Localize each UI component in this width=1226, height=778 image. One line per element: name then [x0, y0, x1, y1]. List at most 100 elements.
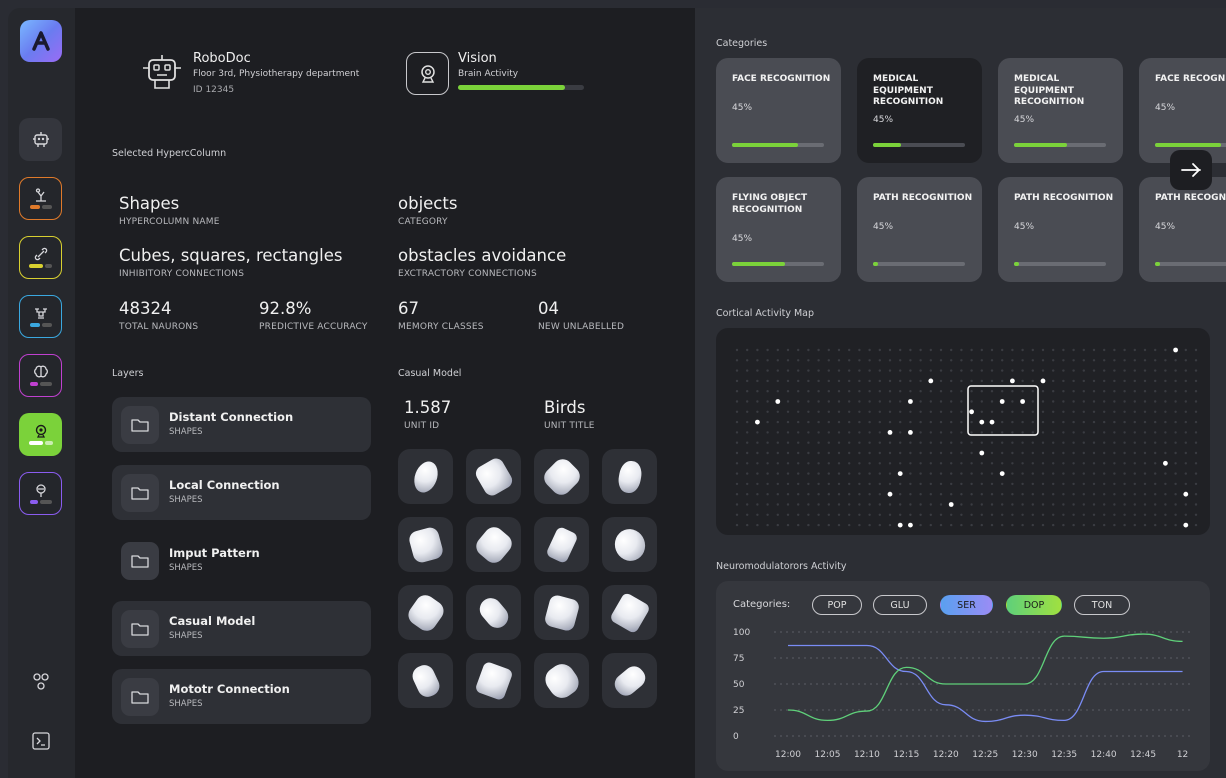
layer-item[interactable]: Distant Connection SHAPES: [112, 397, 371, 452]
neuron-dot: [970, 348, 973, 352]
neuron-dot: [950, 493, 953, 496]
neuron-dot: [919, 359, 922, 362]
neuron-dot: [817, 451, 820, 455]
neuron-dot: [766, 420, 769, 424]
neuron-dot: [1001, 420, 1004, 424]
nav-neuron[interactable]: [19, 472, 62, 515]
neuron-dot: [848, 482, 851, 486]
shape-tile[interactable]: [602, 653, 657, 708]
neuron-dot: [797, 441, 800, 444]
cortical-activity-map[interactable]: [716, 328, 1210, 535]
neuron-dot: [1052, 400, 1055, 403]
shape-tile[interactable]: [534, 517, 589, 572]
neuron-dot: [868, 410, 871, 413]
category-card[interactable]: FACE RECOGNITION 45%: [716, 58, 841, 163]
shape-tile[interactable]: [602, 449, 657, 504]
neuron-dot: [848, 431, 851, 434]
layer-item[interactable]: Casual Model SHAPES: [112, 601, 371, 656]
neuron-dot: [1031, 493, 1034, 496]
nav-network[interactable]: [28, 668, 54, 694]
shape-tile[interactable]: [602, 517, 657, 572]
neuron-dot: [878, 472, 881, 475]
selection-box[interactable]: [967, 385, 1039, 436]
neuron-dot: [1092, 462, 1096, 465]
neuron-dot: [1062, 431, 1065, 434]
shape-tile[interactable]: [466, 585, 521, 640]
neuron-dot: [1062, 441, 1065, 444]
neuron-dot: [929, 462, 932, 465]
neuron-dot: [746, 462, 749, 465]
nav-brain[interactable]: [19, 354, 62, 397]
stat-value: Cubes, squares, rectangles: [119, 246, 343, 265]
nav-terminal[interactable]: [28, 728, 54, 754]
category-percent: 45%: [873, 114, 894, 125]
category-card[interactable]: MEDICAL EQUIPMENT RECOGNITION 45%: [857, 58, 982, 163]
neuron-dot: [858, 441, 861, 444]
shape-tile[interactable]: [466, 653, 521, 708]
category-card[interactable]: FACE RECOGNITION 45%: [1139, 58, 1226, 163]
neuron-dot: [1052, 369, 1055, 372]
neuron-dot: [1062, 359, 1065, 362]
shape-tile[interactable]: [398, 449, 453, 504]
neuron-dot: [1072, 513, 1075, 516]
layer-item[interactable]: Mototr Connection SHAPES: [112, 669, 371, 724]
neuron-dot: [1062, 348, 1065, 352]
category-card[interactable]: PATH RECOGNITION 45%: [998, 177, 1123, 282]
neuron-dot: [756, 379, 759, 383]
neuron-dot: [950, 462, 953, 465]
neuron-dot: [1052, 379, 1055, 383]
vision-badge[interactable]: [406, 52, 449, 95]
shape-tile[interactable]: [534, 585, 589, 640]
neuron-dot: [1041, 441, 1045, 444]
neuron-dot: [899, 390, 902, 393]
nav-arm[interactable]: [19, 177, 62, 220]
layer-item[interactable]: Local Connection SHAPES: [112, 465, 371, 520]
neuron-dot: [990, 348, 994, 352]
category-card[interactable]: MEDICAL EQUIPMENT RECOGNITION 45%: [998, 58, 1123, 163]
neuron-dot: [960, 379, 963, 383]
nav-vision[interactable]: [19, 413, 62, 456]
active-neuron-dot: [887, 491, 893, 497]
shape-tile[interactable]: [398, 585, 453, 640]
shape-tile[interactable]: [398, 653, 453, 708]
cube-shape: [542, 593, 581, 632]
neuron-dot: [990, 503, 994, 506]
cube-shape: [539, 454, 584, 499]
neuron-dot: [756, 441, 759, 444]
neuron-dot: [817, 379, 820, 383]
neuron-dot: [1133, 513, 1136, 516]
neuron-dot: [1133, 493, 1136, 496]
neuron-dot: [766, 359, 769, 362]
app-logo[interactable]: [20, 20, 62, 62]
shape-tile[interactable]: [466, 449, 521, 504]
neuron-dot: [1113, 420, 1116, 424]
nav-drone[interactable]: [19, 295, 62, 338]
neuron-dot: [746, 472, 749, 475]
nav-robot[interactable]: [19, 118, 62, 161]
device-name: RoboDoc: [193, 51, 251, 66]
neuron-dot: [1072, 523, 1075, 527]
neuron-dot: [1021, 513, 1024, 516]
layer-item-selected[interactable]: Imput Pattern SHAPES: [112, 533, 371, 588]
neuron-dot: [970, 523, 973, 527]
neuron-dot: [1062, 472, 1065, 475]
shape-tile[interactable]: [534, 449, 589, 504]
shape-tile[interactable]: [398, 517, 453, 572]
shape-tile[interactable]: [534, 653, 589, 708]
next-button[interactable]: [1170, 150, 1212, 190]
shape-tile[interactable]: [602, 585, 657, 640]
neuron-dot: [1011, 472, 1014, 475]
neuron-dot: [1103, 503, 1106, 506]
category-card[interactable]: FLYING OBJECT RECOGNITION 45%: [716, 177, 841, 282]
main-panel: RoboDoc Floor 3rd, Physiotherapy departm…: [75, 8, 695, 778]
category-card[interactable]: PATH RECOGNITION 45%: [857, 177, 982, 282]
neuron-dot: [858, 493, 861, 496]
category-title: FLYING OBJECT RECOGNITION: [732, 193, 808, 215]
neuron-dot: [858, 482, 861, 486]
neuron-dot: [786, 348, 790, 352]
category-card[interactable]: PATH RECOGNITION 45%: [1139, 177, 1226, 282]
neuron-dot: [827, 359, 830, 362]
neuron-dot: [1154, 523, 1157, 527]
nav-link[interactable]: [19, 236, 62, 279]
shape-tile[interactable]: [466, 517, 521, 572]
